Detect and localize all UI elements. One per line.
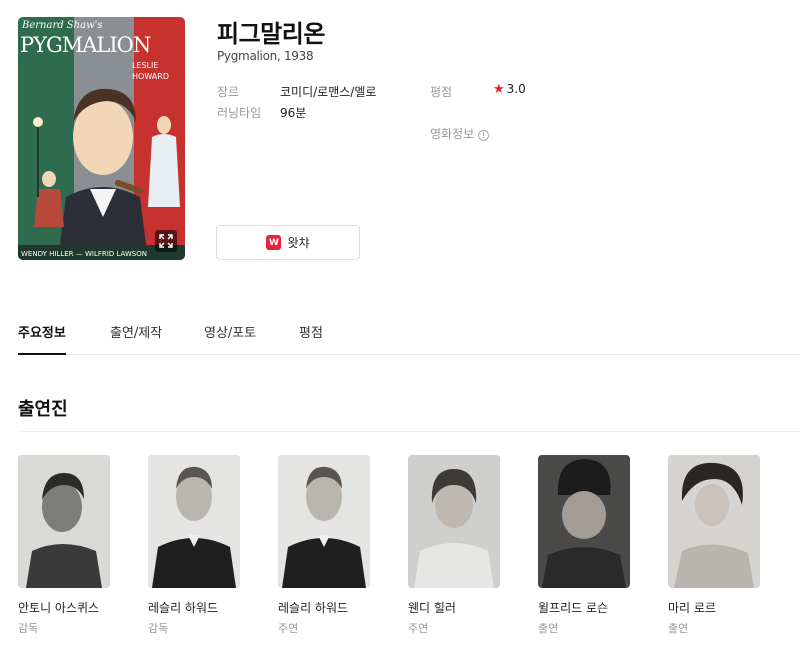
cast-name: 안토니 아스퀴스 (18, 601, 100, 615)
watcha-logo-icon: W (266, 235, 282, 250)
cast-photo (18, 455, 110, 588)
tab-video-photo[interactable]: 영상/포토 (204, 322, 256, 353)
cast-card[interactable]: 웬디 힐러 주연 (408, 455, 500, 636)
movie-info-link[interactable]: 영화정보! (430, 125, 490, 142)
cast-role: 출연 (538, 622, 559, 635)
cast-role: 감독 (148, 622, 169, 635)
cast-card[interactable]: 안토니 아스퀴스 감독 (18, 455, 110, 636)
cast-photo (408, 455, 500, 588)
cast-card[interactable]: 마리 로르 출연 (668, 455, 760, 636)
poster-title-text: PYGMALION (20, 33, 151, 57)
cast-card[interactable]: 레슬리 하워드 주연 (278, 455, 370, 636)
cast-role: 감독 (18, 622, 39, 635)
tab-ratings[interactable]: 평점 (299, 322, 323, 353)
cast-role: 출연 (668, 622, 689, 635)
cast-photo (668, 455, 760, 588)
tab-main-info[interactable]: 주요정보 (18, 322, 66, 355)
cast-role: 주연 (408, 622, 429, 635)
runtime-label: 러닝타임 (217, 106, 262, 120)
expand-button[interactable] (155, 230, 177, 252)
cast-name: 마리 로르 (668, 601, 716, 615)
expand-icon (159, 234, 173, 248)
movie-poster[interactable]: Bernard Shaw's PYGMALION LESLIE HOWARD W… (18, 17, 185, 260)
runtime-value: 96분 (280, 106, 307, 120)
info-icon: ! (478, 130, 490, 141)
genre-value: 코미디/로맨스/멜로 (280, 85, 377, 99)
cast-photo (538, 455, 630, 588)
cast-card[interactable]: 레슬리 하워드 감독 (148, 455, 240, 636)
poster-footer-text: WENDY HILLER — WILFRID LAWSON (21, 250, 147, 258)
cast-name: 레슬리 하워드 (278, 601, 349, 615)
rating-value-group: ★ 3.0 (493, 82, 526, 97)
cast-photo (148, 455, 240, 588)
movie-subtitle: Pygmalion, 1938 (217, 49, 314, 63)
genre-label: 장르 (217, 85, 240, 99)
watcha-button[interactable]: W 왓챠 (216, 225, 360, 260)
page-title: 피그말리온 (217, 20, 325, 48)
rating-label: 평점 (430, 85, 453, 99)
cast-card[interactable]: 윌프리드 로슨 출연 (538, 455, 630, 636)
poster-star-text: LESLIE HOWARD (132, 61, 169, 81)
cast-photo (278, 455, 370, 588)
poster-header-text: Bernard Shaw's (22, 20, 103, 31)
movie-info-label: 영화정보 (430, 127, 475, 141)
star-icon: ★ (493, 82, 505, 97)
tab-cast-crew[interactable]: 출연/제작 (110, 322, 162, 353)
watcha-label: 왓챠 (287, 236, 310, 250)
cast-name: 웬디 힐러 (408, 601, 456, 615)
rating-value: 3.0 (506, 82, 526, 96)
cast-name: 레슬리 하워드 (148, 601, 219, 615)
cast-role: 주연 (278, 622, 299, 635)
tab-bar: 주요정보 출연/제작 영상/포토 평점 (18, 322, 800, 355)
section-divider (18, 431, 800, 432)
cast-section-title: 출연진 (18, 399, 68, 420)
cast-name: 윌프리드 로슨 (538, 601, 609, 615)
